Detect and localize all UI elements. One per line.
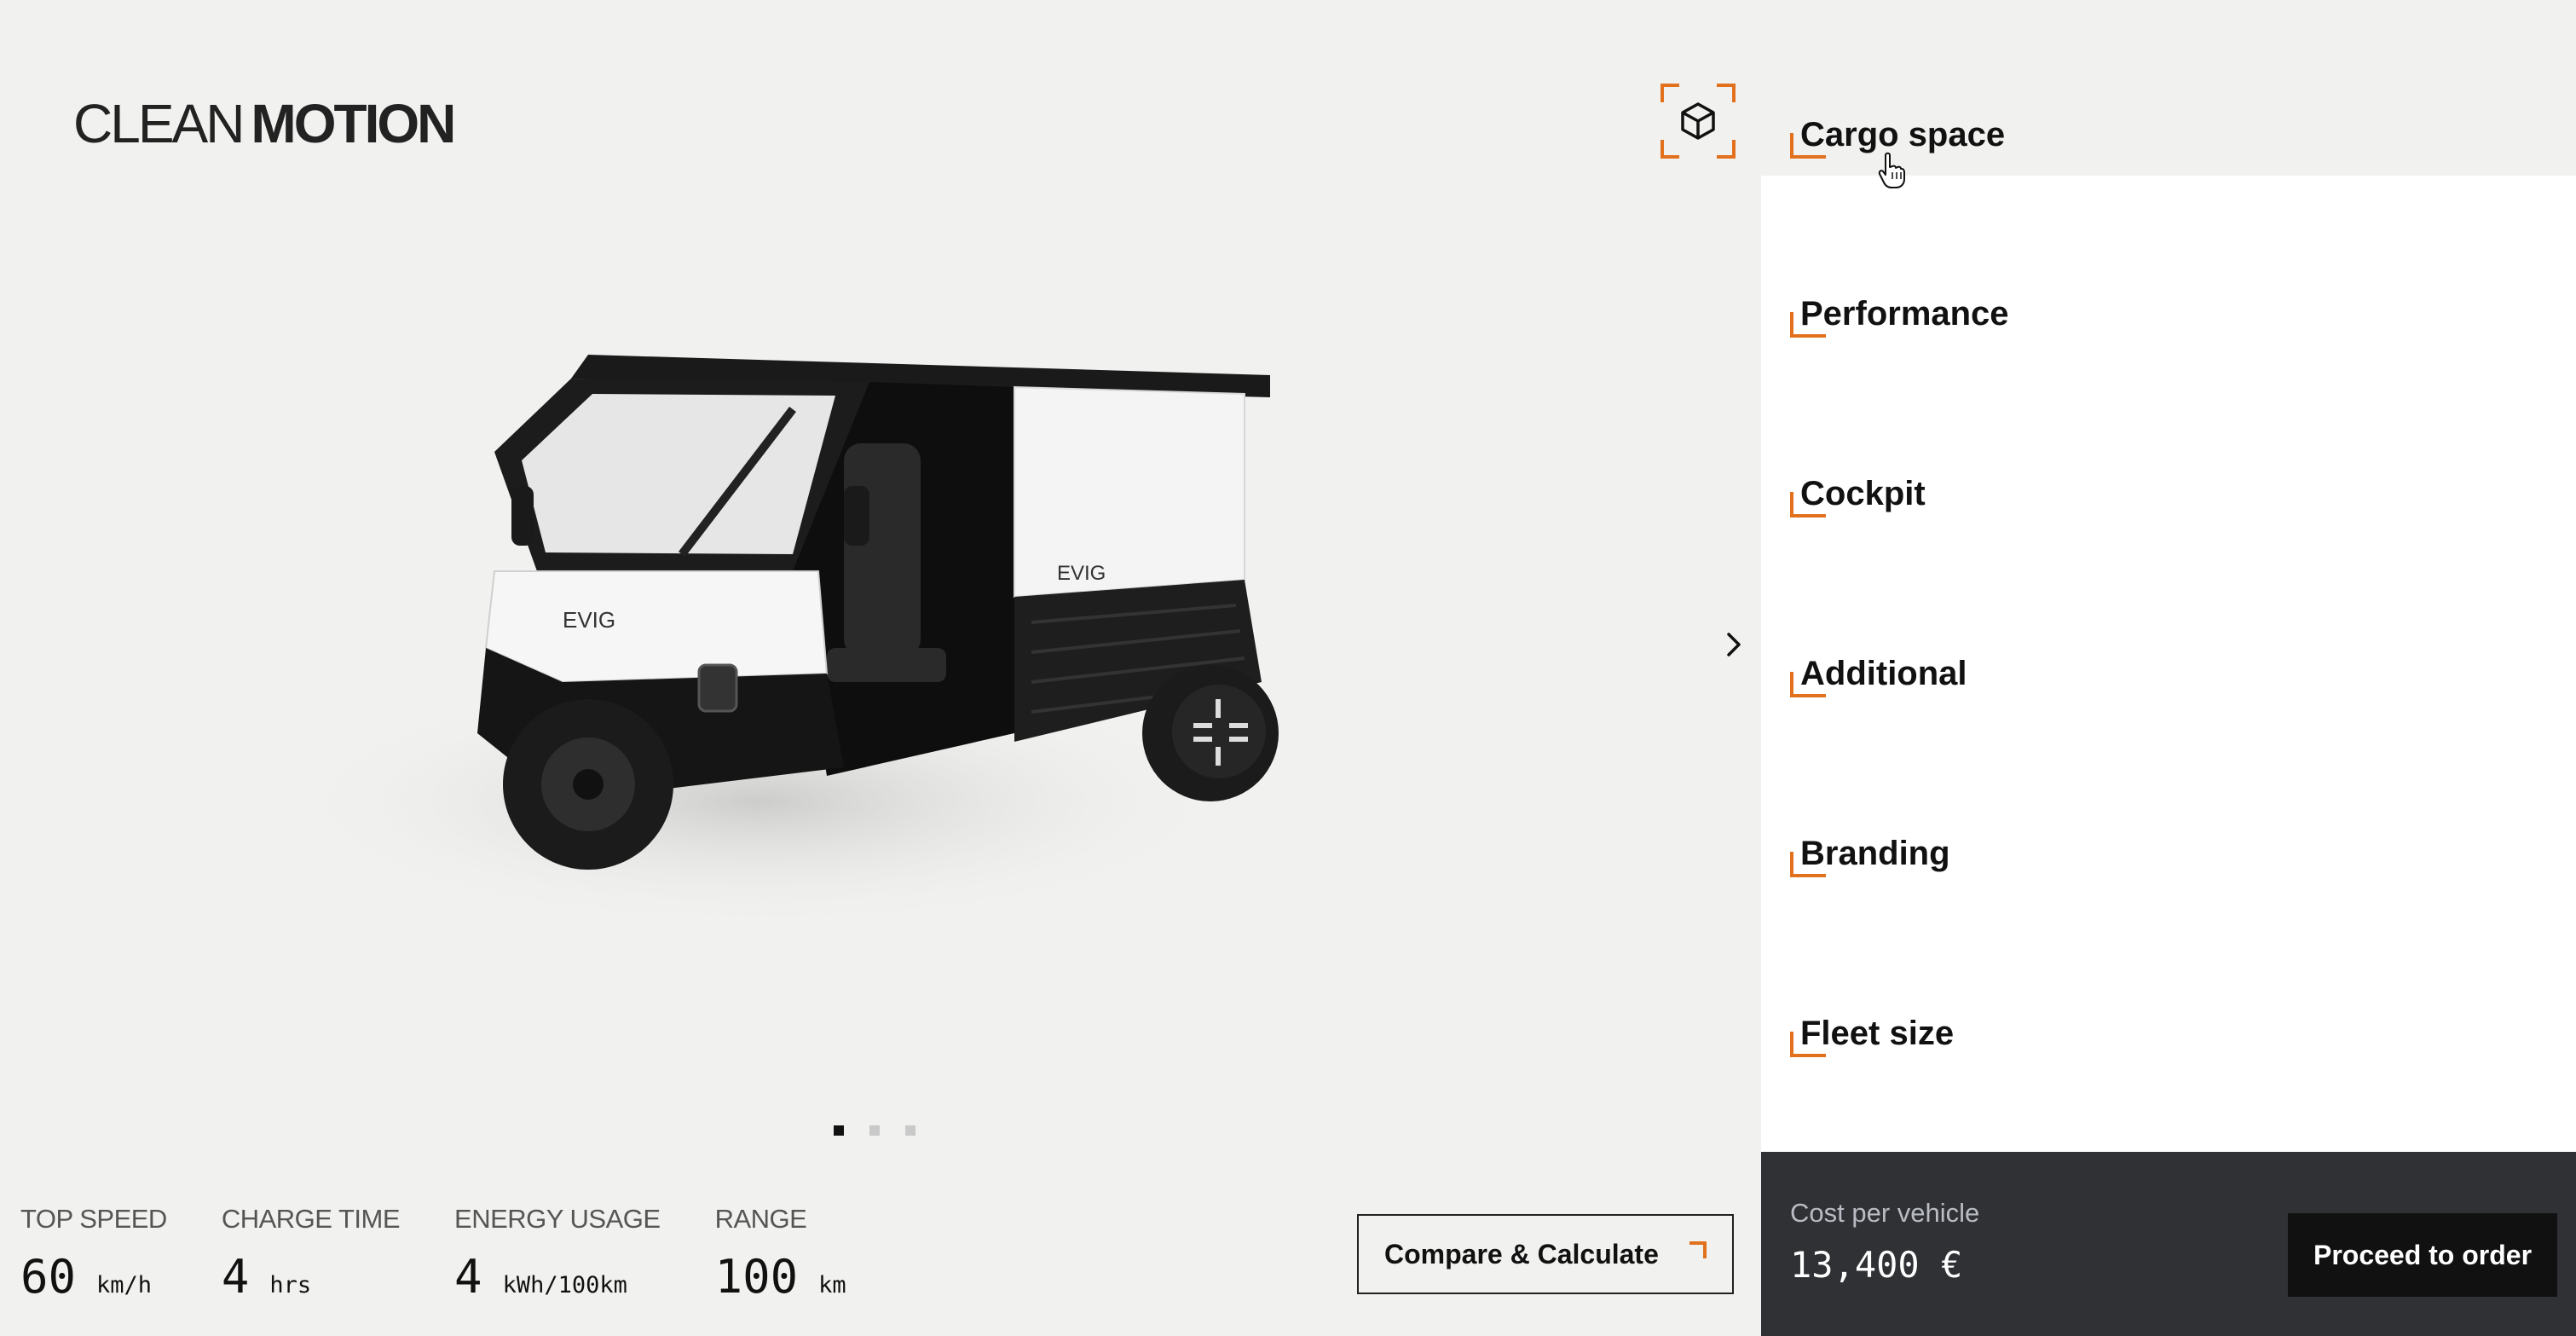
carousel-dot[interactable]	[834, 1125, 844, 1136]
section-fleet-size[interactable]: Fleet size	[1761, 895, 2576, 1075]
spec-energy-usage: ENERGY USAGE 4 kWh/100km	[454, 1204, 661, 1304]
section-performance[interactable]: Performance	[1761, 176, 2576, 356]
order-footer: Cost per vehicle 13,400 € Proceed to ord…	[1761, 1152, 2576, 1336]
brand-logo-bold: MOTION	[251, 93, 456, 154]
spec-top-speed: TOP SPEED 60 km/h	[20, 1204, 167, 1304]
spec-value: 60	[20, 1250, 77, 1304]
spec-label: CHARGE TIME	[221, 1204, 401, 1234]
section-label: Branding	[1800, 835, 1950, 872]
section-label: Performance	[1800, 295, 2009, 333]
spec-range: RANGE 100 km	[715, 1204, 846, 1304]
section-label: Cockpit	[1800, 475, 1926, 512]
spec-unit: kWh/100km	[502, 1272, 627, 1298]
spec-label: TOP SPEED	[20, 1204, 167, 1234]
spec-unit: km	[818, 1272, 846, 1298]
compare-calculate-button[interactable]: Compare & Calculate	[1357, 1214, 1734, 1294]
section-label: Additional	[1800, 655, 1967, 692]
config-panel: Cargo space Performance Cockpit Addition…	[1761, 0, 2576, 1336]
hand-pointer-icon	[1878, 152, 1905, 188]
section-label: Cargo space	[1800, 116, 2006, 153]
spec-label: ENERGY USAGE	[454, 1204, 661, 1234]
vehicle-stage: CLEAN MOTION EVIG EVIG TOP SPEED 60 km/h…	[0, 0, 1761, 1336]
section-branding[interactable]: Branding	[1761, 715, 2576, 895]
spec-value: 100	[714, 1250, 799, 1304]
carousel-dot[interactable]	[869, 1125, 880, 1136]
brand-logo-light: CLEAN	[73, 93, 245, 154]
spec-value: 4	[221, 1250, 250, 1304]
section-additional[interactable]: Additional	[1761, 535, 2576, 715]
compare-calculate-label: Compare & Calculate	[1384, 1238, 1659, 1269]
section-cockpit[interactable]: Cockpit	[1761, 356, 2576, 535]
spec-bar: TOP SPEED 60 km/h CHARGE TIME 4 hrs ENERGY…	[20, 1204, 901, 1304]
brand-logo[interactable]: CLEAN MOTION	[73, 92, 456, 155]
corner-accent-icon	[1689, 1241, 1707, 1258]
frame-corner	[1717, 140, 1736, 159]
carousel-dot[interactable]	[905, 1125, 915, 1136]
spec-label: RANGE	[714, 1204, 807, 1234]
vehicle-image: EVIG EVIG	[281, 355, 1279, 929]
spec-unit: hrs	[269, 1272, 312, 1298]
vehicle-badge-side: EVIG	[1057, 562, 1106, 585]
3d-view-button[interactable]	[1661, 84, 1736, 159]
frame-corner	[1661, 84, 1679, 102]
spec-charge-time: CHARGE TIME 4 hrs	[221, 1204, 401, 1304]
carousel-dots	[834, 1125, 915, 1136]
vehicle-badge-front: EVIG	[563, 607, 615, 633]
chevron-right-icon[interactable]	[1718, 629, 1749, 660]
cost-value: 13,400 €	[1790, 1244, 1963, 1286]
frame-corner	[1717, 84, 1736, 102]
proceed-to-order-button[interactable]: Proceed to order	[2288, 1213, 2557, 1297]
cost-label: Cost per vehicle	[1790, 1198, 1980, 1228]
frame-corner	[1661, 140, 1679, 159]
section-label: Fleet size	[1800, 1015, 1955, 1052]
3d-cube-icon	[1681, 102, 1715, 140]
spec-value: 4	[454, 1250, 482, 1304]
section-cargo-space[interactable]: Cargo space	[1761, 0, 2576, 176]
spec-unit: km/h	[96, 1272, 153, 1298]
